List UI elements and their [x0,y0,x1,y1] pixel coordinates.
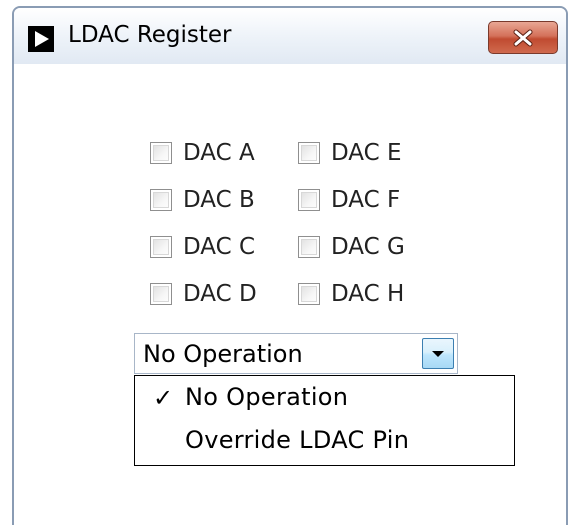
checkbox-box[interactable] [150,142,172,164]
option-override-ldac-pin[interactable]: Override LDAC Pin [135,421,514,461]
close-button[interactable] [488,21,558,54]
checkbox-label: DAC B [183,187,255,213]
dac-a-checkbox[interactable]: DAC A [150,138,255,168]
checkbox-label: DAC H [331,281,405,307]
checkbox-label: DAC C [183,234,256,260]
dac-e-checkbox[interactable]: DAC E [298,138,402,168]
close-x-icon [513,29,533,46]
checkbox-label: DAC G [331,234,405,260]
checkbox-label: DAC E [331,140,402,166]
checkbox-box[interactable] [298,236,320,258]
dac-d-checkbox[interactable]: DAC D [150,279,257,309]
play-triangle-icon [28,26,54,52]
dac-c-checkbox[interactable]: DAC C [150,232,255,262]
checkbox-box[interactable] [298,142,320,164]
title-bar[interactable]: LDAC Register [14,8,566,64]
checkbox-box[interactable] [298,189,320,211]
selected-value: No Operation [143,340,303,368]
checkbox-box[interactable] [150,283,172,305]
checkbox-label: DAC F [331,187,401,213]
option-no-operation[interactable]: ✓ No Operation [135,378,514,418]
dropdown-menu: ✓ No Operation Override LDAC Pin [134,375,515,466]
dac-g-checkbox[interactable]: DAC G [298,232,405,262]
dac-f-checkbox[interactable]: DAC F [298,185,400,215]
checkbox-label: DAC A [183,140,255,166]
ldac-mode-select[interactable]: No Operation [134,333,458,374]
option-label: Override LDAC Pin [185,426,410,454]
ldac-register-window: LDAC Register DAC A DAC B DAC C DAC D DA [12,6,568,525]
checkbox-box[interactable] [298,283,320,305]
dac-h-checkbox[interactable]: DAC H [298,279,404,309]
checkbox-label: DAC D [183,281,257,307]
checkbox-box[interactable] [150,236,172,258]
chevron-down-icon [432,350,444,357]
option-label: No Operation [185,383,349,411]
dropdown-arrow-button[interactable] [422,338,454,369]
checkbox-box[interactable] [150,189,172,211]
dac-b-checkbox[interactable]: DAC B [150,185,255,215]
checkmark-icon: ✓ [153,384,174,412]
window-title: LDAC Register [68,22,232,48]
